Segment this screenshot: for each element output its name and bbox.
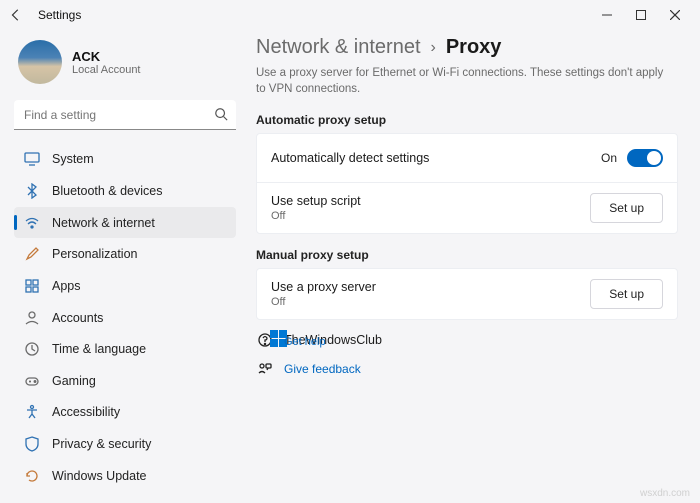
chevron-right-icon: › <box>431 39 436 57</box>
profile-block[interactable]: ACK Local Account <box>14 36 236 92</box>
accounts-icon <box>24 310 40 326</box>
row-label: Use a proxy server <box>271 280 590 294</box>
sidebar-item-personalization[interactable]: Personalization <box>14 239 236 270</box>
system-icon <box>24 151 40 167</box>
minimize-button[interactable] <box>590 1 624 29</box>
section-title-auto: Automatic proxy setup <box>256 113 678 127</box>
sidebar-item-label: System <box>52 152 94 166</box>
breadcrumb-parent[interactable]: Network & internet <box>256 36 421 59</box>
manual-proxy-card: Use a proxy server Off Set up <box>256 268 678 320</box>
search-box[interactable] <box>14 100 236 130</box>
sidebar-item-apps[interactable]: Apps <box>14 271 236 302</box>
update-icon <box>24 468 40 484</box>
bluetooth-icon <box>24 183 40 199</box>
give-feedback-label: Give feedback <box>284 362 361 376</box>
gaming-icon <box>24 373 40 389</box>
sidebar-item-time[interactable]: Time & language <box>14 334 236 365</box>
auto-detect-row: Automatically detect settings On <box>257 134 677 182</box>
main-pane: Network & internet › Proxy Use a proxy s… <box>246 30 700 503</box>
feedback-icon <box>256 360 274 378</box>
setup-script-row: Use setup script Off Set up <box>257 182 677 233</box>
maximize-button[interactable] <box>624 1 658 29</box>
search-input[interactable] <box>14 100 236 130</box>
search-icon <box>214 107 228 126</box>
sidebar-item-label: Accessibility <box>52 405 120 419</box>
sidebar-item-accessibility[interactable]: Accessibility <box>14 397 236 428</box>
sidebar-item-label: Gaming <box>52 374 96 388</box>
toggle-state: On <box>601 151 617 165</box>
breadcrumb: Network & internet › Proxy <box>256 36 678 59</box>
sidebar-item-privacy[interactable]: Privacy & security <box>14 429 236 460</box>
watermark: wsxdn.com <box>640 488 690 499</box>
give-feedback-link[interactable]: Give feedback <box>256 360 678 378</box>
sidebar-item-network[interactable]: Network & internet <box>14 207 236 238</box>
sidebar-item-label: Accounts <box>52 311 103 325</box>
auto-proxy-card: Automatically detect settings On Use set… <box>256 133 678 234</box>
sidebar-item-gaming[interactable]: Gaming <box>14 365 236 396</box>
section-title-manual: Manual proxy setup <box>256 248 678 262</box>
footer-links: TheWindowsClub Get help Give feedback <box>256 332 678 378</box>
sidebar-item-label: Windows Update <box>52 469 147 483</box>
sidebar-item-update[interactable]: Windows Update <box>14 460 236 491</box>
get-help-label: Get help <box>284 336 326 348</box>
row-sub: Off <box>271 210 590 222</box>
row-label: Automatically detect settings <box>271 151 601 165</box>
window-title: Settings <box>38 8 81 22</box>
clock-icon <box>24 341 40 357</box>
back-button[interactable] <box>8 7 24 23</box>
use-proxy-button[interactable]: Set up <box>590 279 663 309</box>
avatar <box>18 40 62 84</box>
accessibility-icon <box>24 404 40 420</box>
sidebar-item-label: Privacy & security <box>52 437 151 451</box>
sidebar-item-accounts[interactable]: Accounts <box>14 302 236 333</box>
brush-icon <box>24 246 40 262</box>
use-proxy-row: Use a proxy server Off Set up <box>257 269 677 319</box>
auto-detect-toggle[interactable] <box>627 149 663 167</box>
shield-icon <box>24 436 40 452</box>
nav-list: System Bluetooth & devices Network & int… <box>14 144 236 491</box>
wifi-icon <box>24 215 40 231</box>
sidebar-item-label: Bluetooth & devices <box>52 184 163 198</box>
close-button[interactable] <box>658 1 692 29</box>
sidebar-item-label: Time & language <box>52 342 146 356</box>
profile-name: ACK <box>72 49 141 64</box>
get-help-link[interactable]: TheWindowsClub Get help <box>256 331 678 349</box>
sidebar-item-bluetooth[interactable]: Bluetooth & devices <box>14 176 236 207</box>
row-sub: Off <box>271 296 590 308</box>
page-title: Proxy <box>446 36 502 59</box>
page-subtitle: Use a proxy server for Ethernet or Wi-Fi… <box>256 65 666 97</box>
sidebar-item-label: Personalization <box>52 247 137 261</box>
setup-script-button[interactable]: Set up <box>590 193 663 223</box>
profile-subtitle: Local Account <box>72 64 141 76</box>
sidebar-item-system[interactable]: System <box>14 144 236 175</box>
apps-icon <box>24 278 40 294</box>
sidebar-item-label: Apps <box>52 279 81 293</box>
sidebar: ACK Local Account System Bluetooth & dev… <box>0 30 246 503</box>
sidebar-item-label: Network & internet <box>52 216 155 230</box>
titlebar: Settings <box>0 0 700 30</box>
row-label: Use setup script <box>271 194 590 208</box>
